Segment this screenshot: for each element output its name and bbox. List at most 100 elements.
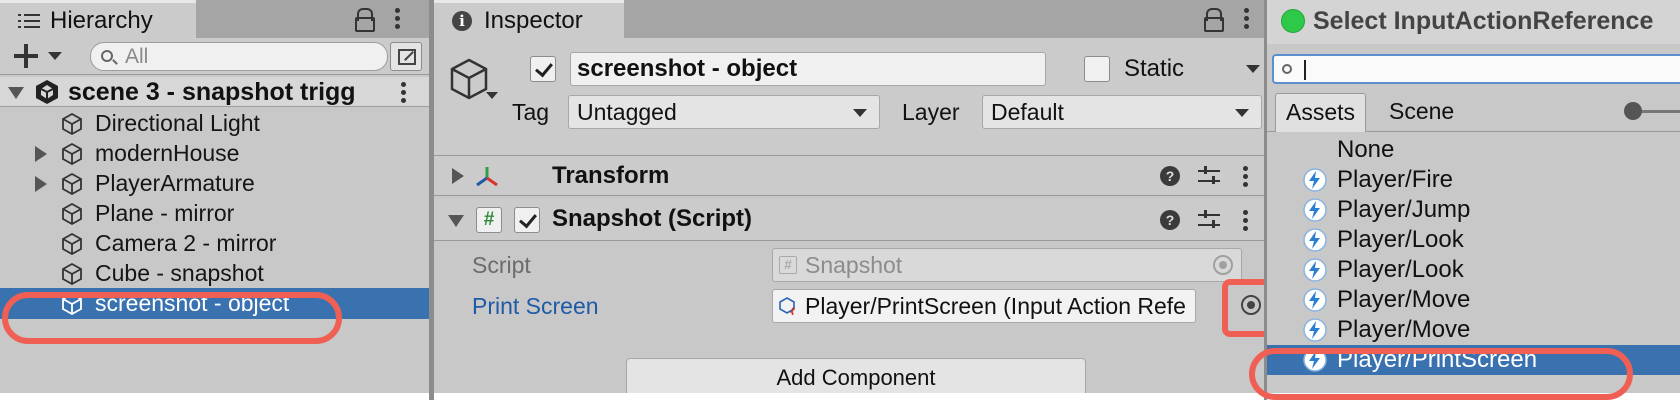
lock-icon[interactable] xyxy=(1204,8,1224,32)
inspector-panel: i Inspector screenshot - object Static T… xyxy=(434,0,1266,393)
gameobject-icon xyxy=(62,262,82,286)
expand-arrow-icon[interactable] xyxy=(35,176,47,192)
tag-dropdown[interactable]: Untagged xyxy=(568,95,880,129)
layer-dropdown[interactable]: Default xyxy=(982,95,1262,129)
inspector-tab-label: Inspector xyxy=(484,6,583,34)
layer-label: Layer xyxy=(902,99,960,125)
tag-label: Tag xyxy=(512,99,550,125)
collapse-arrow-icon[interactable] xyxy=(8,87,24,99)
input-action-icon xyxy=(1303,198,1327,222)
list-item-label: Player/Move xyxy=(1337,286,1471,313)
active-checkbox[interactable] xyxy=(530,56,556,82)
scene-visibility-icon[interactable] xyxy=(390,42,422,71)
object-picker-icon xyxy=(1213,255,1233,275)
static-dropdown-icon[interactable] xyxy=(1246,65,1260,73)
snapshot-title: Snapshot (Script) xyxy=(552,205,753,232)
object-name-field[interactable]: screenshot - object xyxy=(570,52,1046,86)
hierarchy-search-input[interactable]: All xyxy=(90,42,388,71)
add-component-button[interactable]: Add Component xyxy=(626,358,1086,393)
window-title-bar[interactable]: Select InputActionReference xyxy=(1267,0,1680,44)
hierarchy-item[interactable]: Directional Light xyxy=(0,108,430,139)
hierarchy-tab[interactable]: Hierarchy xyxy=(0,0,196,38)
select-search-input[interactable] xyxy=(1272,54,1680,84)
input-action-asset-icon: {} xyxy=(779,297,797,315)
hierarchy-item-label: Directional Light xyxy=(95,110,260,136)
input-action-icon xyxy=(1303,348,1327,372)
transform-component-header[interactable]: Transform ? xyxy=(434,156,1266,196)
hierarchy-item-label: modernHouse xyxy=(95,140,240,166)
add-plus-icon[interactable] xyxy=(14,44,38,68)
hierarchy-item[interactable]: Plane - mirror xyxy=(0,198,430,229)
hierarchy-item[interactable]: screenshot - object xyxy=(0,288,430,319)
presets-icon[interactable] xyxy=(1198,210,1220,230)
gameobject-icon xyxy=(62,142,82,166)
hierarchy-item[interactable]: Camera 2 - mirror xyxy=(0,228,430,259)
input-action-icon xyxy=(1303,228,1327,252)
inspector-menu-icon[interactable] xyxy=(1243,6,1249,30)
input-action-icon xyxy=(1303,258,1327,282)
help-icon[interactable]: ? xyxy=(1160,166,1180,186)
tab-assets[interactable]: Assets xyxy=(1275,93,1367,132)
static-label: Static xyxy=(1124,55,1185,82)
list-item-label: Player/Fire xyxy=(1337,166,1454,193)
chevron-down-icon[interactable] xyxy=(48,52,62,60)
print-screen-value: Player/PrintScreen (Input Action Refe xyxy=(805,293,1186,319)
scene-row[interactable]: scene 3 - snapshot trigg xyxy=(0,77,430,107)
object-header: screenshot - object Static Tag Untagged … xyxy=(434,38,1266,156)
presets-icon[interactable] xyxy=(1198,166,1220,186)
layer-value: Default xyxy=(991,99,1064,125)
list-item[interactable]: Player/Look xyxy=(1267,255,1680,285)
list-item-none[interactable]: None xyxy=(1267,135,1680,165)
chevron-down-icon xyxy=(1235,109,1249,117)
help-icon[interactable]: ? xyxy=(1160,210,1180,230)
gameobject-icon xyxy=(62,112,82,136)
tab-scene[interactable]: Scene xyxy=(1379,93,1464,132)
snapshot-component-header[interactable]: # Snapshot (Script) ? xyxy=(434,199,1266,241)
component-menu-icon[interactable] xyxy=(1242,164,1248,188)
component-enabled-checkbox[interactable] xyxy=(514,207,540,233)
icon-size-slider[interactable] xyxy=(1624,102,1680,120)
hierarchy-item[interactable]: Cube - snapshot xyxy=(0,258,430,289)
search-placeholder: All xyxy=(125,45,149,68)
inspector-tab-bar: i Inspector xyxy=(434,0,1266,38)
lock-icon[interactable] xyxy=(355,8,375,32)
search-icon xyxy=(101,50,113,62)
list-item[interactable]: Player/Jump xyxy=(1267,195,1680,225)
select-input-action-window: Select InputActionReference Assets Scene… xyxy=(1266,0,1680,393)
script-property-row: Script # Snapshot xyxy=(434,246,1266,284)
static-checkbox[interactable] xyxy=(1084,56,1110,82)
component-menu-icon[interactable] xyxy=(1242,208,1248,232)
expand-arrow-icon[interactable] xyxy=(35,146,47,162)
hierarchy-item-label: screenshot - object xyxy=(95,290,290,316)
text-cursor xyxy=(1304,60,1306,80)
collapse-arrow-icon[interactable] xyxy=(448,215,464,227)
list-item-label: Player/Look xyxy=(1337,226,1464,253)
hierarchy-item[interactable]: PlayerArmature xyxy=(0,168,430,199)
list-item[interactable]: Player/Move xyxy=(1267,285,1680,315)
list-item[interactable]: Player/PrintScreen xyxy=(1267,345,1680,375)
select-tabs: Assets Scene xyxy=(1267,90,1680,132)
print-screen-field[interactable]: {} Player/PrintScreen (Input Action Refe xyxy=(772,289,1196,323)
scene-menu-icon[interactable] xyxy=(400,80,406,104)
hierarchy-item-label: Plane - mirror xyxy=(95,200,235,226)
hierarchy-item[interactable]: modernHouse xyxy=(0,138,430,169)
script-value: Snapshot xyxy=(805,252,903,278)
list-item[interactable]: Player/Move xyxy=(1267,315,1680,345)
hierarchy-menu-icon[interactable] xyxy=(394,6,400,30)
list-icon xyxy=(18,12,40,30)
gameobject-icon xyxy=(62,292,82,316)
scene-name: scene 3 - snapshot trigg xyxy=(68,78,356,106)
object-picker-icon[interactable] xyxy=(1241,295,1261,315)
expand-arrow-icon[interactable] xyxy=(452,168,464,184)
none-label: None xyxy=(1337,136,1395,163)
inspector-tab[interactable]: i Inspector xyxy=(434,0,624,38)
gameobject-icon xyxy=(62,202,82,226)
list-item-label: Player/Look xyxy=(1337,256,1464,283)
icon-dropdown-icon[interactable] xyxy=(486,92,498,99)
window-zoom-button[interactable] xyxy=(1281,9,1305,33)
script-label: Script xyxy=(472,252,531,278)
script-hash-icon: # xyxy=(476,207,502,233)
list-item[interactable]: Player/Fire xyxy=(1267,165,1680,195)
list-item[interactable]: Player/Look xyxy=(1267,225,1680,255)
input-action-icon xyxy=(1303,318,1327,342)
